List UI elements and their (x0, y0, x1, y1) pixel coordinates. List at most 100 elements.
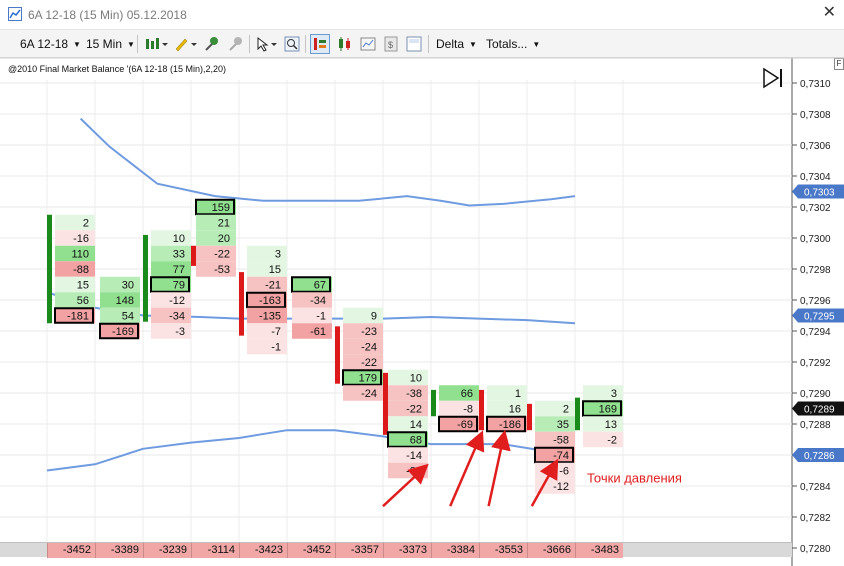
footprint-cell-value: -88 (73, 264, 89, 276)
footprint-cell-value: -22 (214, 248, 230, 260)
total-cell: -3553 (479, 543, 527, 558)
footprint-cell-value: -163 (259, 295, 281, 307)
footprint-cell-value: 33 (173, 248, 185, 260)
footprint-cell-value: -58 (553, 434, 569, 446)
footprint-cell[interactable] (535, 416, 575, 432)
footprint-cell[interactable] (247, 245, 287, 262)
y-axis-tick-label: 0,7290 (800, 389, 831, 400)
footprint-cell-value: -1 (316, 310, 326, 322)
skip-to-end-icon[interactable] (763, 67, 780, 89)
footprint-cell[interactable] (343, 307, 383, 324)
footprint-cell-value: -24 (361, 341, 377, 353)
footprint-cell-value: 54 (122, 310, 134, 322)
footprint-cell-value: -16 (73, 233, 89, 245)
y-axis-tick-label: 0,7308 (800, 110, 831, 121)
footprint-cell-value: -53 (214, 264, 230, 276)
total-cell: -3373 (383, 543, 431, 558)
y-axis-tick-label: 0,7298 (800, 265, 831, 276)
footprint-cell-value: -2 (607, 434, 617, 446)
y-axis-tick-label: 0,7282 (800, 513, 831, 524)
footprint-cell-value: 2 (563, 403, 569, 415)
total-cell: -3384 (431, 543, 479, 558)
footprint-cell-value: 79 (173, 279, 185, 291)
candle-bar[interactable] (527, 403, 532, 431)
candle-bar[interactable] (575, 397, 580, 431)
y-axis-tick-label: 0,7284 (800, 482, 831, 493)
footprint-cell[interactable] (388, 416, 428, 432)
price-tag-label: 0,7295 (804, 312, 835, 323)
candle-bar[interactable] (431, 389, 436, 417)
footprint-cell-value: -186 (499, 419, 521, 431)
footprint-cell[interactable] (535, 400, 575, 417)
candle-bar[interactable] (239, 272, 244, 336)
footprint-cell[interactable] (292, 276, 332, 293)
footprint-cell-value: 16 (509, 403, 521, 415)
total-cell: -3357 (335, 543, 383, 558)
footprint-cell-value: -169 (112, 326, 134, 338)
footprint-cell[interactable] (583, 416, 623, 432)
footprint-cell-value: 110 (71, 248, 89, 260)
candle-bar[interactable] (383, 372, 388, 435)
footprint-cell-value: 68 (410, 434, 422, 446)
y-axis-tick-label: 0,7300 (800, 234, 831, 245)
footprint-cell[interactable] (487, 385, 527, 401)
footprint-cell[interactable] (151, 261, 191, 277)
footprint-cell[interactable] (55, 276, 95, 293)
footprint-cell[interactable] (247, 338, 287, 355)
footprint-cell[interactable] (196, 214, 236, 231)
footprint-cell[interactable] (100, 307, 140, 324)
footprint-cell-value: 56 (77, 295, 89, 307)
total-cell: -3452 (47, 543, 95, 558)
total-cell: -3452 (287, 543, 335, 558)
band-upper-line (79, 117, 576, 207)
total-cell: -3239 (143, 543, 191, 558)
footprint-cell[interactable] (535, 462, 575, 479)
footprint-cell[interactable] (439, 385, 479, 401)
footprint-cell[interactable] (388, 431, 428, 448)
footprint-cell[interactable] (247, 323, 287, 339)
y-axis-tick-label: 0,7294 (800, 327, 831, 338)
price-tag-label: 0,7286 (804, 451, 835, 462)
footprint-cell-value: 15 (77, 279, 89, 291)
footprint-cell-value: 15 (269, 264, 281, 276)
footprint-cell[interactable] (292, 307, 332, 324)
footprint-cell-value: -6 (559, 465, 569, 477)
footprint-cell-value: -21 (265, 279, 281, 291)
footprint-cell[interactable] (439, 400, 479, 417)
footprint-cell-value: 21 (218, 217, 230, 229)
footprint-cell-value: 2 (83, 217, 89, 229)
footprint-cell-value: -22 (406, 403, 422, 415)
footprint-cell[interactable] (151, 276, 191, 293)
y-axis-tick-label: 0,7306 (800, 141, 831, 152)
footprint-cell-value: 3 (611, 388, 617, 400)
footprint-cell[interactable] (388, 369, 428, 386)
footprint-cell-value: 14 (410, 419, 422, 431)
footprint-cell-value: 10 (410, 372, 422, 384)
y-axis-tick-label: 0,7304 (800, 172, 831, 183)
footprint-cell[interactable] (151, 323, 191, 339)
footprint-cell[interactable] (151, 245, 191, 262)
footprint-cell[interactable] (247, 261, 287, 277)
footprint-cell[interactable] (196, 230, 236, 246)
footprint-cell[interactable] (151, 230, 191, 246)
y-axis-tick-label: 0,7280 (800, 544, 831, 555)
y-axis-tick-label: 0,7302 (800, 203, 831, 214)
candle-bar[interactable] (191, 245, 196, 266)
candle-bar[interactable] (335, 326, 340, 384)
footprint-cell[interactable] (55, 292, 95, 308)
footprint-cell[interactable] (100, 276, 140, 293)
footprint-cell-value: 169 (599, 403, 617, 415)
footprint-cell[interactable] (583, 431, 623, 448)
candle-bar[interactable] (143, 234, 148, 322)
chart-canvas[interactable]: 0,7310 0,7308 0,7306 0,7304 0,7302 0,7300 0,72… (0, 0, 844, 566)
footprint-cell-value: 20 (218, 233, 230, 245)
footprint-cell[interactable] (55, 214, 95, 231)
footprint-cell-value: 66 (461, 388, 473, 400)
candle-bar[interactable] (47, 214, 52, 324)
footprint-cell[interactable] (583, 385, 623, 401)
footprint-cell[interactable] (487, 400, 527, 417)
candle-bar[interactable] (479, 389, 484, 431)
footprint-cell-value: 179 (359, 372, 377, 384)
footprint-cell-value: -135 (259, 310, 281, 322)
footprint-cell-value: 148 (116, 295, 134, 307)
